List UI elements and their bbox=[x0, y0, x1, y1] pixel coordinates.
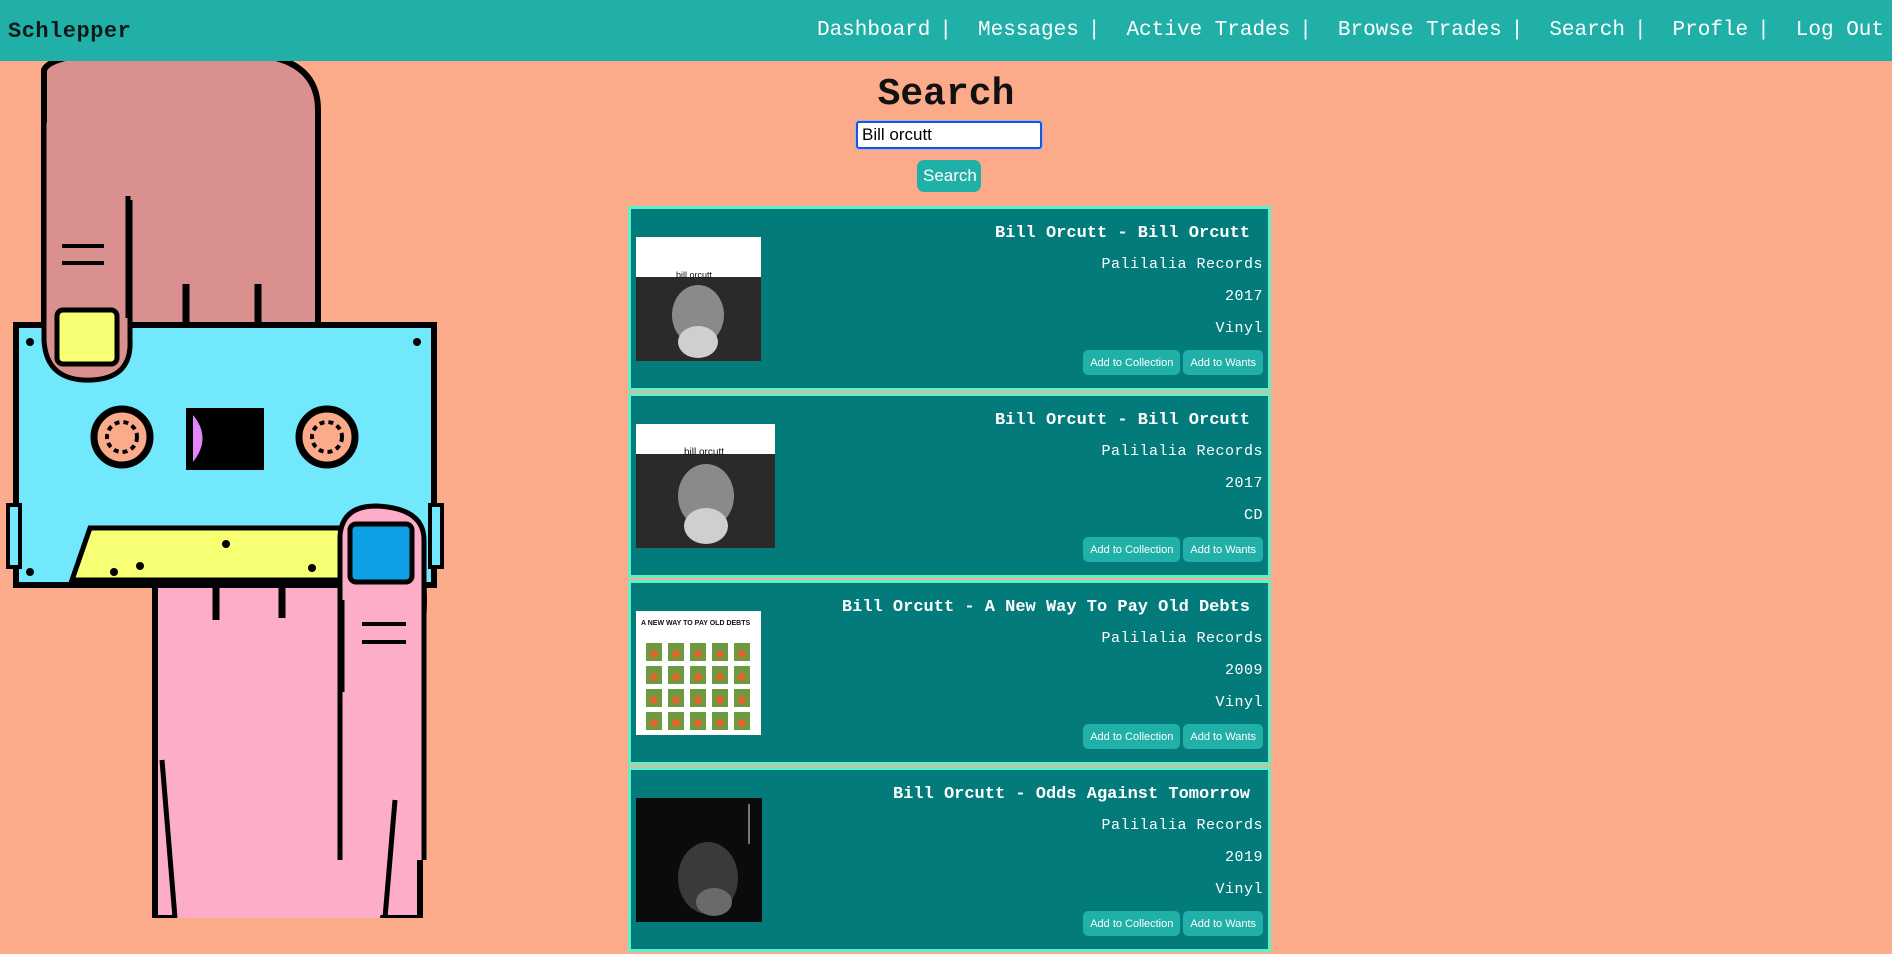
result-info: Bill Orcutt - Odds Against Tomorrow Pali… bbox=[893, 785, 1263, 913]
add-to-wants-button[interactable]: Add to Wants bbox=[1183, 537, 1263, 562]
add-to-wants-button[interactable]: Add to Wants bbox=[1183, 911, 1263, 936]
album-cover-thumbnail[interactable]: bill orcutt bbox=[636, 237, 761, 361]
add-to-wants-button[interactable]: Add to Wants bbox=[1183, 724, 1263, 749]
result-format: CD bbox=[1243, 507, 1263, 524]
album-cover-thumbnail[interactable]: A NEW WAY TO PAY OLD DEBTS bbox=[636, 611, 761, 735]
result-year: 2009 bbox=[1224, 662, 1263, 679]
result-title[interactable]: Bill Orcutt - Odds Against Tomorrow bbox=[893, 785, 1263, 817]
page-title: Search bbox=[877, 73, 1015, 117]
result-actions: Add to Collection Add to Wants bbox=[1083, 350, 1263, 375]
result-card: bill orcutt Bill Orcutt - Bill Orcutt Pa… bbox=[628, 393, 1271, 578]
result-label: Palilalia Records bbox=[1101, 256, 1263, 273]
nav-item-profile: Profle | bbox=[1673, 19, 1796, 42]
result-card: Bill Orcutt - Odds Against Tomorrow Pali… bbox=[628, 767, 1271, 952]
nav-link-active-trades[interactable]: Active Trades bbox=[1126, 19, 1290, 42]
result-actions: Add to Collection Add to Wants bbox=[1083, 724, 1263, 749]
nav-separator: | bbox=[939, 19, 952, 42]
cover-text: bill orcutt bbox=[684, 447, 724, 458]
result-info: Bill Orcutt - Bill Orcutt Palilalia Reco… bbox=[995, 411, 1263, 539]
result-label: Palilalia Records bbox=[1101, 443, 1263, 460]
add-to-collection-button[interactable]: Add to Collection bbox=[1083, 724, 1181, 749]
nav-link-dashboard[interactable]: Dashboard bbox=[817, 19, 930, 42]
add-to-collection-button[interactable]: Add to Collection bbox=[1083, 911, 1181, 936]
result-info: Bill Orcutt - Bill Orcutt Palilalia Reco… bbox=[995, 224, 1263, 352]
result-title[interactable]: Bill Orcutt - Bill Orcutt bbox=[995, 411, 1263, 443]
result-title[interactable]: Bill Orcutt - Bill Orcutt bbox=[995, 224, 1263, 256]
album-cover-thumbnail[interactable]: bill orcutt bbox=[636, 424, 775, 548]
result-year: 2019 bbox=[1224, 849, 1263, 866]
search-input[interactable] bbox=[856, 121, 1042, 149]
nav-link-logout[interactable]: Log Out bbox=[1796, 19, 1884, 42]
nav-separator: | bbox=[1299, 19, 1312, 42]
result-actions: Add to Collection Add to Wants bbox=[1083, 911, 1263, 936]
result-format: Vinyl bbox=[1215, 694, 1263, 711]
result-year: 2017 bbox=[1224, 475, 1263, 492]
result-info: Bill Orcutt - A New Way To Pay Old Debts… bbox=[842, 598, 1263, 726]
cover-text: bill orcutt bbox=[676, 270, 713, 280]
add-to-wants-button[interactable]: Add to Wants bbox=[1183, 350, 1263, 375]
add-to-collection-button[interactable]: Add to Collection bbox=[1083, 537, 1181, 562]
top-navbar: Schlepper Dashboard | Messages | Active Tr… bbox=[0, 0, 1892, 61]
search-button[interactable]: Search bbox=[917, 160, 981, 192]
nav-item-logout: Log Out bbox=[1796, 19, 1884, 42]
result-label: Palilalia Records bbox=[1101, 630, 1263, 647]
result-card: A NEW WAY TO PAY OLD DEBTS Bill Orcutt -… bbox=[628, 580, 1271, 765]
result-actions: Add to Collection Add to Wants bbox=[1083, 537, 1263, 562]
nav-separator: | bbox=[1633, 19, 1647, 42]
add-to-collection-button[interactable]: Add to Collection bbox=[1083, 350, 1181, 375]
main-nav: Dashboard | Messages | Active Trades | Brow… bbox=[817, 19, 1884, 42]
nav-separator: | bbox=[1087, 19, 1101, 42]
result-label: Palilalia Records bbox=[1101, 817, 1263, 834]
nav-separator: | bbox=[1757, 19, 1770, 42]
album-cover-thumbnail[interactable] bbox=[636, 798, 762, 922]
nav-separator: | bbox=[1510, 19, 1524, 42]
result-format: Vinyl bbox=[1215, 881, 1263, 898]
nav-link-profile[interactable]: Profle bbox=[1673, 19, 1749, 42]
result-format: Vinyl bbox=[1215, 320, 1263, 337]
nav-link-browse-trades[interactable]: Browse Trades bbox=[1338, 19, 1502, 42]
result-title[interactable]: Bill Orcutt - A New Way To Pay Old Debts bbox=[842, 598, 1263, 630]
result-card: bill orcutt Bill Orcutt - Bill Orcutt Pa… bbox=[628, 206, 1271, 391]
cover-text: A NEW WAY TO PAY OLD DEBTS bbox=[641, 620, 751, 627]
hands-cassette-illustration bbox=[6, 52, 444, 918]
nav-item-browse-trades: Browse Trades | bbox=[1338, 19, 1549, 42]
nav-item-dashboard: Dashboard | bbox=[817, 19, 978, 42]
nav-item-search: Search | bbox=[1549, 19, 1672, 42]
nav-link-messages[interactable]: Messages bbox=[978, 19, 1079, 42]
search-results: bill orcutt Bill Orcutt - Bill Orcutt Pa… bbox=[628, 206, 1271, 954]
brand-logo[interactable]: Schlepper bbox=[8, 19, 131, 44]
nav-link-search[interactable]: Search bbox=[1549, 19, 1625, 42]
result-year: 2017 bbox=[1224, 288, 1263, 305]
nav-item-active-trades: Active Trades | bbox=[1126, 19, 1337, 42]
nav-item-messages: Messages | bbox=[978, 19, 1126, 42]
